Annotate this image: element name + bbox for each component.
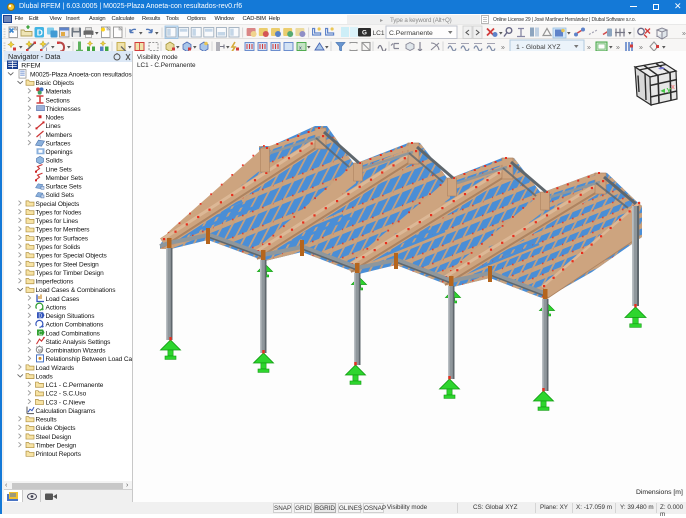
svg-text:Types for Special Objects: Types for Special Objects	[36, 253, 108, 260]
svg-text:Types for Steel Design: Types for Steel Design	[36, 261, 100, 268]
svg-text:Types for Members: Types for Members	[36, 227, 91, 234]
svg-text:C.Permanente: C.Permanente	[389, 30, 433, 37]
svg-text:LC1: LC1	[373, 30, 385, 37]
svg-text:Materials: Materials	[46, 89, 72, 96]
svg-text:Load Wizards: Load Wizards	[36, 365, 75, 372]
svg-text:Solids: Solids	[46, 158, 64, 165]
svg-text:Actions: Actions	[46, 304, 67, 311]
svg-text:Solid Sets: Solid Sets	[46, 192, 75, 199]
svg-text:D: D	[37, 27, 43, 37]
svg-text:»: »	[682, 31, 686, 38]
svg-text:G: G	[362, 30, 367, 37]
svg-text:LC1 - C.Permanente: LC1 - C.Permanente	[46, 382, 104, 389]
svg-text:Openings: Openings	[46, 149, 74, 156]
svg-text:RFEM: RFEM	[21, 63, 41, 70]
svg-text:Thicknesses: Thicknesses	[46, 106, 82, 113]
svg-text:Steel Design: Steel Design	[36, 434, 72, 441]
svg-text:Results: Results	[36, 417, 58, 424]
svg-text:M0025-Plaza Anoeta-con resulta: M0025-Plaza Anoeta-con resultados-rev0.r…	[30, 71, 132, 78]
svg-text:Guide Objects: Guide Objects	[36, 425, 77, 432]
svg-text:Design Situations: Design Situations	[46, 313, 96, 320]
svg-text:Members: Members	[46, 132, 73, 139]
svg-text:Surface Sets: Surface Sets	[46, 184, 83, 191]
svg-text:Lines: Lines	[46, 123, 62, 130]
svg-text:Special Objects: Special Objects	[36, 201, 81, 208]
svg-text:Sections: Sections	[46, 97, 71, 104]
svg-text:C: C	[39, 331, 43, 337]
svg-text:Printout Reports: Printout Reports	[36, 451, 82, 458]
svg-text:Calculation Diagrams: Calculation Diagrams	[36, 408, 97, 415]
svg-text:Imperfections: Imperfections	[36, 279, 75, 286]
svg-text:x: x	[671, 84, 675, 91]
svg-text:Combination Wizards: Combination Wizards	[46, 348, 107, 355]
svg-text:Types for Timber Design: Types for Timber Design	[36, 270, 105, 277]
svg-text:Load Cases: Load Cases	[46, 296, 81, 303]
svg-text:Line Sets: Line Sets	[46, 166, 73, 173]
svg-text:I: I	[40, 135, 41, 140]
svg-text:Types for Solids: Types for Solids	[36, 244, 81, 251]
svg-text:LC2 - S.C.Uso: LC2 - S.C.Uso	[46, 391, 87, 398]
svg-text:Action Combinations: Action Combinations	[46, 322, 105, 329]
svg-text:Basic Objects: Basic Objects	[36, 80, 75, 87]
svg-text:Types for Lines: Types for Lines	[36, 218, 79, 225]
svg-text:Load Cases & Combinations: Load Cases & Combinations	[36, 287, 117, 294]
svg-text:Load Combinations: Load Combinations	[46, 330, 101, 337]
svg-text:Types for Surfaces: Types for Surfaces	[36, 235, 89, 242]
svg-text:Static Analysis Settings: Static Analysis Settings	[46, 339, 112, 346]
svg-text:Loads: Loads	[36, 373, 54, 380]
svg-text:Relationship Between Load Case: Relationship Between Load Cases	[46, 356, 133, 363]
svg-text:1 - Global XYZ: 1 - Global XYZ	[516, 44, 561, 51]
svg-text:Nodes: Nodes	[46, 115, 65, 122]
svg-text:Member Sets: Member Sets	[46, 175, 84, 182]
svg-text:LC3 - C.Nieve: LC3 - C.Nieve	[46, 399, 86, 406]
svg-text:Types for Nodes: Types for Nodes	[36, 209, 83, 216]
svg-text:◄Y: ◄Y	[659, 86, 671, 95]
svg-text:Surfaces: Surfaces	[46, 140, 72, 147]
svg-text:D: D	[39, 314, 43, 320]
svg-text:Timber Design: Timber Design	[36, 442, 77, 449]
